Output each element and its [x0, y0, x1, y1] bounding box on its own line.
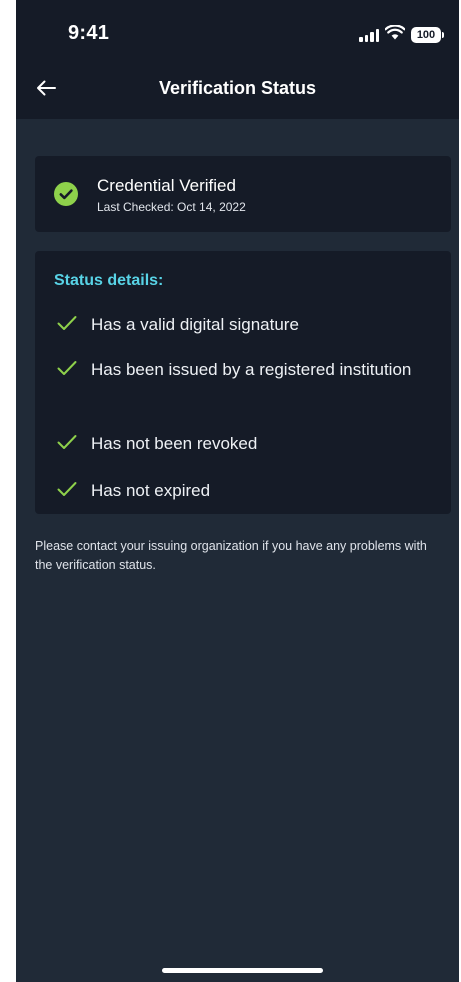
- verification-card: Credential Verified Last Checked: Oct 14…: [35, 156, 451, 232]
- status-icons: 100: [359, 24, 444, 45]
- status-item-label: Has a valid digital signature: [91, 315, 299, 334]
- status-item-label: Has not been revoked: [91, 434, 258, 453]
- signal-icon: [359, 28, 379, 42]
- status-time: 9:41: [68, 22, 110, 44]
- status-details-heading: Status details:: [54, 272, 164, 289]
- phone-screen: 9:41 100 Verification Status Credential …: [16, 0, 459, 982]
- status-item-label: Has been issued by a registered institut…: [91, 360, 412, 379]
- help-note: Please contact your issuing organization…: [35, 539, 427, 572]
- status-item-label: Has not expired: [91, 481, 211, 500]
- check-icon: [57, 316, 77, 330]
- battery-icon: 100: [411, 27, 444, 43]
- check-icon: [57, 435, 77, 449]
- verified-title: Credential Verified: [97, 176, 236, 195]
- status-details-card: Status details: Has a valid digital sign…: [35, 251, 451, 514]
- last-checked-text: Last Checked: Oct 14, 2022: [97, 200, 246, 214]
- check-icon: [57, 361, 77, 375]
- battery-level: 100: [416, 29, 436, 41]
- page-title: Verification Status: [158, 78, 317, 98]
- check-icon: [57, 482, 77, 496]
- check-circle-icon: [54, 182, 78, 206]
- top-bar: 9:41 100 Verification Status: [16, 0, 459, 119]
- home-indicator[interactable]: [162, 968, 323, 973]
- wifi-icon: [384, 24, 406, 45]
